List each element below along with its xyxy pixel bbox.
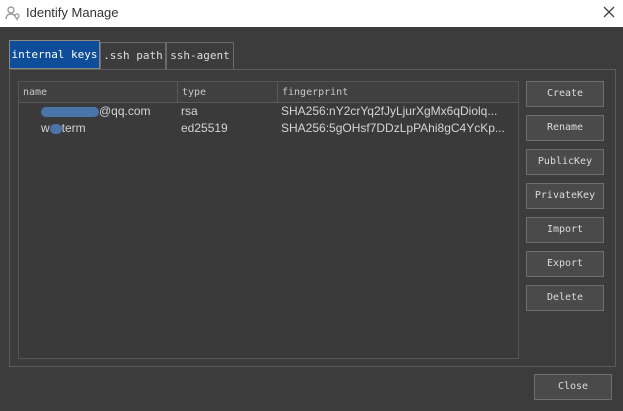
- key-name-prefix: w: [41, 121, 50, 135]
- key-type: ed25519: [181, 121, 228, 135]
- key-fingerprint: SHA256:nY2crYq2fJyLjurXgMx6qDiolq...: [281, 104, 498, 118]
- tab-ssh-path[interactable]: .ssh path: [100, 42, 166, 69]
- table-row[interactable]: w term ed25519 SHA256:5gOHsf7DDzLpPAhi8gC…: [19, 120, 518, 137]
- window-title: Identify Manage: [26, 5, 119, 20]
- table-header: name type fingerprint: [19, 82, 518, 103]
- export-button[interactable]: Export: [526, 251, 604, 277]
- close-button[interactable]: Close: [534, 374, 612, 400]
- close-icon[interactable]: [602, 5, 616, 19]
- key-type: rsa: [181, 104, 198, 118]
- dialog-body: internal keys .ssh path ssh-agent name t…: [0, 27, 623, 411]
- key-name-suffix: @qq.com: [99, 104, 151, 118]
- create-button[interactable]: Create: [526, 81, 604, 107]
- column-header-name[interactable]: name: [19, 82, 178, 103]
- key-fingerprint: SHA256:5gOHsf7DDzLpPAhi8gC4YcKp...: [281, 121, 505, 135]
- title-bar: Identify Manage: [0, 0, 623, 27]
- tab-ssh-agent[interactable]: ssh-agent: [166, 42, 234, 69]
- public-key-button[interactable]: PublicKey: [526, 149, 604, 175]
- tab-panel: name type fingerprint @qq.com rsa SHA256…: [9, 69, 616, 367]
- key-person-icon: [5, 6, 20, 21]
- redacted-text: [41, 106, 99, 117]
- tab-internal-keys[interactable]: internal keys: [9, 40, 100, 69]
- column-header-type[interactable]: type: [178, 82, 278, 103]
- private-key-button[interactable]: PrivateKey: [526, 183, 604, 209]
- import-button[interactable]: Import: [526, 217, 604, 243]
- column-header-fingerprint[interactable]: fingerprint: [278, 82, 518, 103]
- key-name-suffix: term: [61, 121, 86, 135]
- redacted-text: [49, 123, 62, 134]
- keys-table[interactable]: name type fingerprint @qq.com rsa SHA256…: [18, 81, 519, 359]
- key-name: @qq.com: [41, 103, 176, 120]
- rename-button[interactable]: Rename: [526, 115, 604, 141]
- key-name: w term: [41, 120, 176, 137]
- table-row[interactable]: @qq.com rsa SHA256:nY2crYq2fJyLjurXgMx6q…: [19, 103, 518, 120]
- delete-button[interactable]: Delete: [526, 285, 604, 311]
